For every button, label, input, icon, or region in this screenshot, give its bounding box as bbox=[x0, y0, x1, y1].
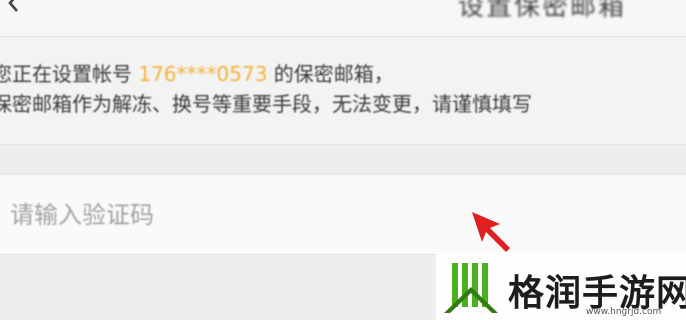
account-number: 176****0573 bbox=[138, 62, 268, 86]
notice-prefix: 您正在设置帐号 bbox=[0, 62, 139, 86]
watermark: 格润手游网 www.hngrjd.com bbox=[436, 252, 686, 320]
verification-row bbox=[0, 176, 686, 255]
notice-line-warning: 保密邮箱作为解冻、换号等重要手段，无法变更，请谨慎填写 bbox=[0, 92, 532, 116]
notice-section: 您正在设置帐号 176****0573 的保密邮箱， 保密邮箱作为解冻、换号等重… bbox=[0, 38, 686, 145]
notice-suffix: 的保密邮箱， bbox=[267, 62, 394, 86]
chevron-left-icon[interactable] bbox=[4, 0, 22, 12]
page-title: 设置保密邮箱 bbox=[457, 0, 626, 22]
watermark-url: www.hngrjd.com bbox=[586, 307, 662, 317]
navigation-bar: 设置保密邮箱 bbox=[0, 0, 686, 37]
red-arrow-icon bbox=[472, 212, 510, 252]
notice-line-account: 您正在设置帐号 176****0573 的保密邮箱， bbox=[0, 58, 394, 87]
section-divider bbox=[0, 145, 686, 174]
grid-house-logo-icon bbox=[444, 263, 498, 313]
